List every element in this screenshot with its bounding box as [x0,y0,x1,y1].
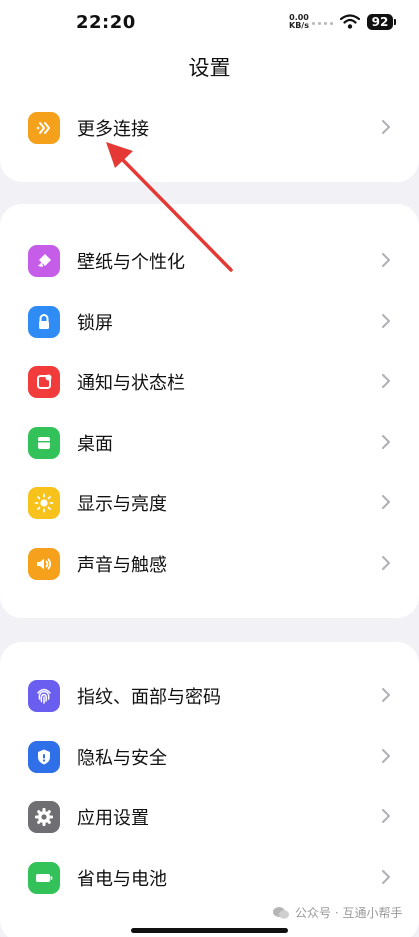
home-indicator[interactable] [131,928,288,933]
status-bar: 22:20 0.00 KB/s 92 [0,0,419,46]
settings-item-label: 隐私与安全 [77,748,167,769]
settings-screen: 更多连接 22:20 0.00 KB/s 92 设置 壁纸与个性化 锁屏 通知与… [0,0,419,937]
status-time: 22:20 [76,12,136,33]
settings-item-notifications[interactable]: 通知与状态栏 [0,352,419,412]
lock-icon [28,306,60,338]
wallpaper-icon [28,245,60,277]
desktop-icon [28,427,60,459]
settings-item-label: 声音与触感 [77,555,167,576]
chevron-right-icon [382,120,390,134]
network-speed-unit: KB/s [289,21,309,30]
chevron-right-icon [382,435,390,449]
battery-icon [28,862,60,894]
watermark: 公众号 · 互通小帮手 [272,904,402,921]
settings-item-label: 锁屏 [77,313,113,334]
chevron-right-icon [382,870,390,884]
network-speed: 0.00 KB/s [287,14,311,30]
settings-item-display-brightness[interactable]: 显示与亮度 [0,473,419,533]
security-card: 指纹、面部与密码 隐私与安全 应用设置 省电与电池 [0,642,419,937]
chevron-right-icon [382,495,390,509]
watermark-text: 公众号 · 互通小帮手 [295,906,403,920]
settings-item-label: 显示与亮度 [77,494,167,515]
settings-item-lock-screen[interactable]: 锁屏 [0,292,419,352]
chevron-right-icon [382,688,390,702]
settings-item-battery[interactable]: 省电与电池 [0,848,419,908]
settings-item-desktop[interactable]: 桌面 [0,413,419,473]
page-title: 设置 [188,56,231,80]
settings-item-label: 通知与状态栏 [77,373,185,394]
settings-item-label: 桌面 [77,434,113,455]
more-connections-icon [28,112,60,144]
chevron-right-icon [382,374,390,388]
settings-item-label: 省电与电池 [77,869,167,890]
sound-icon [28,548,60,580]
notification-icon [28,366,60,398]
settings-item-label: 指纹、面部与密码 [77,687,221,708]
settings-item-label: 应用设置 [77,808,149,829]
signal-icon [312,22,333,25]
chevron-right-icon [382,253,390,267]
privacy-shield-icon [28,741,60,773]
brightness-icon [28,487,60,519]
settings-item-more-connections[interactable]: 更多连接 [0,98,419,158]
wechat-icon [273,906,289,919]
gear-icon [28,801,60,833]
wifi-icon [340,14,360,29]
chevron-right-icon [382,749,390,763]
chevron-right-icon [382,314,390,328]
settings-item-privacy-security[interactable]: 隐私与安全 [0,727,419,787]
chevron-right-icon [382,809,390,823]
settings-item-wallpaper[interactable]: 壁纸与个性化 [0,231,419,291]
settings-item-label: 壁纸与个性化 [77,252,185,273]
fingerprint-icon [28,680,60,712]
battery-indicator: 92 [367,14,396,30]
settings-item-label: 更多连接 [77,119,149,140]
settings-item-fingerprint-face-password[interactable]: 指纹、面部与密码 [0,666,419,726]
settings-item-sound-haptics[interactable]: 声音与触感 [0,534,419,594]
personalization-card: 壁纸与个性化 锁屏 通知与状态栏 桌面 显示与亮度 声音与触感 [0,204,419,618]
chevron-right-icon [382,556,390,570]
settings-item-app-settings[interactable]: 应用设置 [0,787,419,847]
